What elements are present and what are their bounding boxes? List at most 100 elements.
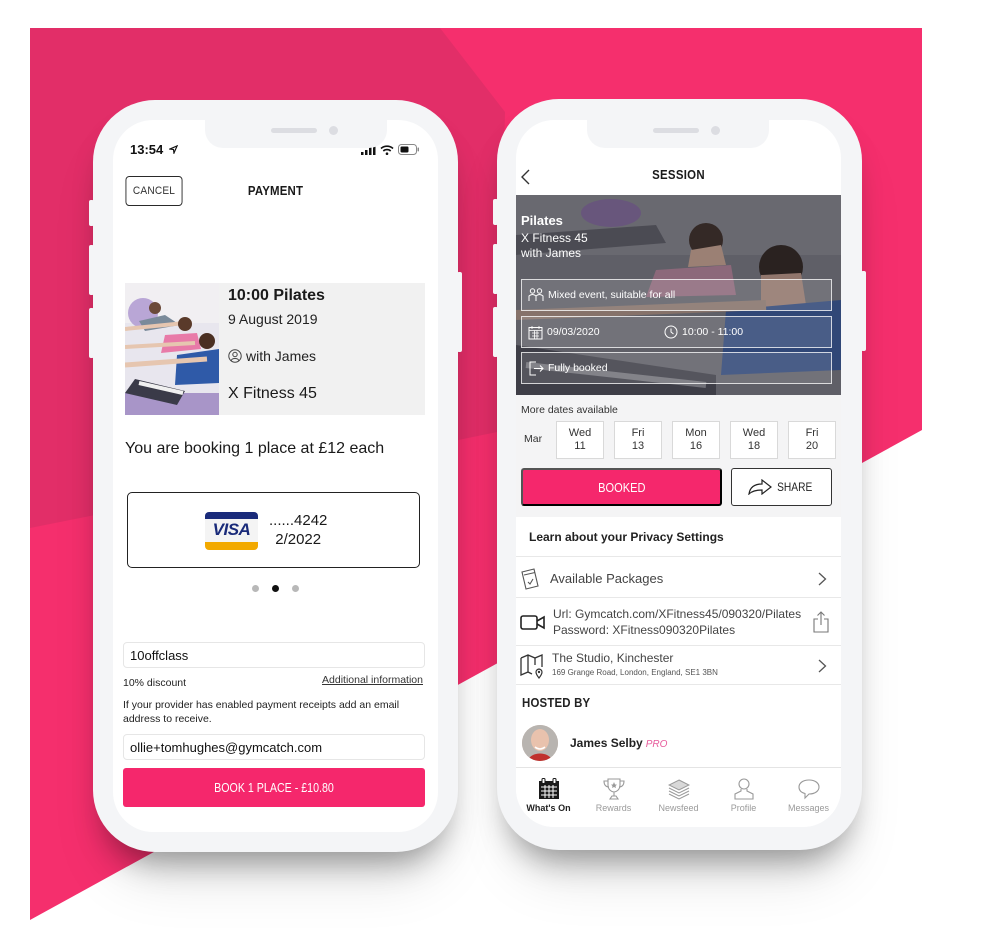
discount-text: 10% discount [123,677,187,689]
phone-mockup-session: SESSION Pilates X Fitness 45 with James … [493,99,866,850]
session-hero: Pilates X Fitness 45 with James Mixed ev… [516,195,841,395]
more-dates-section: More dates available Mar Wed 11 Fri 13 Mon… [516,395,841,517]
class-date: 9 August 2019 [228,311,318,327]
share-upload-icon[interactable] [813,611,829,633]
phone-notch [587,120,769,148]
avatar [522,725,558,761]
additional-information-link[interactable]: Additional information [322,674,423,686]
map-pin-icon [520,654,543,679]
tab-rewards[interactable]: Rewards [581,768,646,827]
tab-messages[interactable]: Messages [776,768,841,827]
phone-notch [205,120,387,148]
session-subtitle: X Fitness 45 with James [521,231,588,261]
payment-screen: 13:54 CANCEL PAYMENT 10:00 Pilates 9 Aug… [113,120,438,832]
share-arrow-icon [748,479,772,495]
status-time: 13:54 [130,142,179,157]
location-name: The Studio, Kinchester [552,651,674,665]
chevron-right-icon [818,659,827,673]
bottom-tab-bar: What's On Rewards Newsfeed Profile Messa… [516,767,841,827]
battery-icon [398,144,419,155]
people-icon [528,288,544,301]
stack-icon [667,779,690,800]
notch-camera [711,126,720,135]
ticket-icon [521,568,539,590]
chevron-right-icon [818,572,827,586]
notch-speaker [271,128,317,133]
host-name: James Selby [570,736,643,750]
tab-newsfeed[interactable]: Newsfeed [646,768,711,827]
phone-volume-down [493,307,498,357]
location-address: 169 Grange Road, London, England, SE1 3B… [552,668,718,677]
class-summary-card: 10:00 Pilates 9 August 2019 with James X… [125,283,425,415]
session-date: 09/03/2020 [547,326,600,338]
class-instructor: with James [228,348,419,364]
tab-whats-on[interactable]: What's On [516,768,581,827]
date-time-row: 09/03/2020 10:00 - 11:00 [521,316,832,348]
available-packages-row[interactable]: Available Packages [516,559,841,598]
location-row[interactable]: The Studio, Kinchester 169 Grange Road, … [516,647,841,685]
visa-logo-icon: VISA [205,512,258,550]
share-button[interactable]: SHARE [731,468,832,506]
video-camera-icon [520,615,545,630]
back-chevron-icon[interactable] [518,167,534,187]
privacy-settings-link[interactable]: Learn about your Privacy Settings [516,517,841,557]
availability-row: Fully booked [521,352,832,384]
wifi-icon [380,144,394,155]
date-chip[interactable]: Mon 16 [672,421,720,459]
speech-bubble-icon [797,779,820,800]
host-item[interactable]: James Selby PRO [522,725,667,761]
book-place-button[interactable]: BOOK 1 PLACE - £10.80 [123,768,425,807]
exit-door-icon [529,361,544,375]
more-dates-label: More dates available [521,404,618,416]
person-icon [733,778,754,800]
saved-card[interactable]: VISA ......4242 2/2022 [127,492,420,568]
date-chip[interactable]: Fri 20 [788,421,836,459]
online-session-row: Url: Gymcatch.com/XFitness45/090320/Pila… [516,600,841,646]
hosted-by-heading: HOSTED BY [522,695,591,710]
phone-power-button [861,271,866,351]
booking-summary: You are booking 1 place at £12 each [125,440,385,457]
phone-silent-switch [89,200,94,226]
page-title: SESSION [652,167,705,182]
person-circle-icon [228,349,242,363]
phone-volume-up [493,244,498,294]
session-password: Password: XFitness090320Pilates [553,623,736,637]
pilates-photo-illustration [125,283,219,415]
suitability-row: Mixed event, suitable for all [521,279,832,311]
page-title: PAYMENT [247,183,304,198]
tab-profile[interactable]: Profile [711,768,776,827]
session-screen: SESSION Pilates X Fitness 45 with James … [516,120,841,827]
carousel-dot[interactable] [292,585,299,592]
phone-volume-up [89,245,94,295]
notch-camera [329,126,338,135]
location-arrow-icon [167,144,179,156]
session-url: Url: Gymcatch.com/XFitness45/090320/Pila… [553,607,802,621]
calendar-icon [538,778,559,799]
carousel-dot[interactable] [252,585,259,592]
date-chip[interactable]: Wed 11 [556,421,604,459]
date-chip[interactable]: Wed 18 [730,421,778,459]
promo-code-input[interactable] [123,642,425,668]
card-carousel-dots [113,585,438,592]
booked-button[interactable]: BOOKED [521,468,722,506]
card-number: ......4242 [269,512,328,529]
carousel-dot-active[interactable] [272,585,279,592]
session-time: 10:00 - 11:00 [664,325,743,339]
session-name: Pilates [521,213,563,228]
session-instructor: with James [521,246,582,260]
card-expiry: 2/2022 [275,531,322,548]
month-label: Mar [524,433,543,445]
pro-badge: PRO [645,739,668,750]
receipt-note: If your provider has enabled payment rec… [123,699,400,725]
email-input[interactable] [123,734,425,760]
phone-mockup-payment: 13:54 CANCEL PAYMENT 10:00 Pilates 9 Aug… [89,100,462,852]
card-details: ......4242 2/2022 [269,511,327,549]
phone-silent-switch [493,199,498,225]
class-gym: X Fitness 45 [228,385,317,402]
calendar-icon [528,325,543,339]
phone-power-button [457,272,462,352]
date-chip[interactable]: Fri 13 [614,421,662,459]
clock-icon [664,325,678,339]
session-gym: X Fitness 45 [521,231,588,245]
notch-speaker [653,128,699,133]
